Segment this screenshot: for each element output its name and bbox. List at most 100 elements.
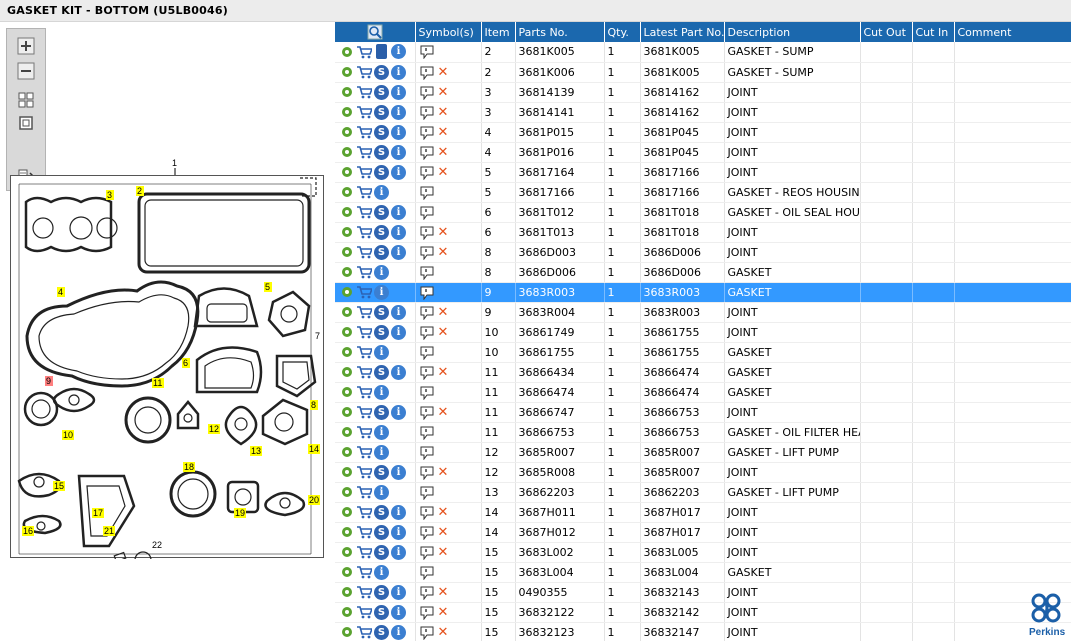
supersession-icon[interactable]: S [374,524,389,540]
delete-icon[interactable]: ✕ [438,626,449,639]
gear-icon[interactable] [340,305,354,319]
gear-icon[interactable] [340,105,354,119]
supersession-icon[interactable]: S [374,104,389,120]
comment-bubble-icon[interactable] [419,105,435,120]
delete-icon[interactable]: ✕ [438,506,449,519]
gear-icon[interactable] [340,585,354,599]
table-row[interactable]: S i ✕ 3 36814139 1 36814162 JOINT [335,82,1071,103]
comment-bubble-icon[interactable] [419,185,435,200]
comment-bubble-icon[interactable] [419,605,435,620]
comment-bubble-icon[interactable] [419,305,435,320]
info-icon[interactable]: i [391,204,406,220]
delete-icon[interactable]: ✕ [438,466,449,479]
cart-icon[interactable] [356,65,372,79]
cart-icon[interactable] [356,185,372,199]
search-icon[interactable] [367,24,383,40]
supersession-icon[interactable]: S [374,544,389,560]
cart-icon[interactable] [356,225,372,239]
supersession-icon[interactable]: S [374,584,389,600]
comment-bubble-icon[interactable] [419,525,435,540]
info-icon[interactable]: i [374,484,389,500]
cart-icon[interactable] [356,605,372,619]
comment-bubble-icon[interactable] [419,125,435,140]
delete-icon[interactable]: ✕ [438,306,449,319]
gear-icon[interactable] [340,285,354,299]
supersession-icon[interactable]: S [374,304,389,320]
table-row[interactable]: i 10 36861755 1 36861755 GASKET [335,342,1071,363]
table-row[interactable]: i 9 3683R003 1 3683R003 GASKET [335,282,1071,303]
supersession-icon[interactable]: S [374,204,389,220]
info-icon[interactable]: i [374,264,389,280]
comment-bubble-icon[interactable] [419,445,435,460]
comment-bubble-icon[interactable] [419,165,435,180]
info-icon[interactable]: i [391,144,406,160]
fit-to-window-button[interactable] [16,91,36,109]
cart-icon[interactable] [356,245,372,259]
gear-icon[interactable] [340,185,354,199]
table-row[interactable]: S i ✕ 15 36832122 1 36832142 JOINT [335,602,1071,623]
info-icon[interactable]: i [391,504,406,520]
cart-icon[interactable] [356,265,372,279]
gear-icon[interactable] [340,265,354,279]
table-row[interactable]: i 12 3685R007 1 3685R007 GASKET - LIFT P… [335,442,1071,463]
cart-icon[interactable] [356,525,372,539]
cart-icon[interactable] [356,385,372,399]
supersession-icon[interactable]: S [374,224,389,240]
exploded-view-drawing[interactable]: 3 2 4 5 7 6 8 9 10 11 12 13 14 15 16 17 … [10,175,324,559]
comment-bubble-icon[interactable] [419,245,435,260]
comment-bubble-icon[interactable] [419,465,435,480]
info-icon[interactable]: i [391,584,406,600]
gear-icon[interactable] [340,325,354,339]
column-cut-in[interactable]: Cut In [912,22,955,42]
table-row[interactable]: i 5 36817166 1 36817166 GASKET - REOS HO… [335,182,1071,203]
column-actions[interactable] [335,22,416,42]
table-row[interactable]: S i ✕ 15 36832123 1 36832147 JOINT [335,622,1071,641]
delete-icon[interactable]: ✕ [438,86,449,99]
cart-icon[interactable] [356,365,372,379]
info-icon[interactable]: i [391,364,406,380]
gear-icon[interactable] [340,545,354,559]
table-row[interactable]: S i ✕ 12 3685R008 1 3685R007 JOINT [335,462,1071,483]
table-row[interactable]: i 8 3686D006 1 3686D006 GASKET [335,262,1071,283]
table-row[interactable]: S i ✕ 4 3681P016 1 3681P045 JOINT [335,142,1071,163]
gear-icon[interactable] [340,205,354,219]
gear-icon[interactable] [340,605,354,619]
gear-icon[interactable] [340,65,354,79]
cart-icon[interactable] [356,545,372,559]
table-row[interactable]: S i ✕ 9 3683R004 1 3683R003 JOINT [335,302,1071,323]
info-icon[interactable]: i [391,524,406,540]
cart-icon[interactable] [356,345,372,359]
cart-icon[interactable] [356,105,372,119]
comment-bubble-icon[interactable] [419,145,435,160]
supersession-icon[interactable]: S [374,144,389,160]
table-row[interactable]: i 11 36866474 1 36866474 GASKET [335,382,1071,403]
info-icon[interactable]: i [391,404,406,420]
column-cut-out[interactable]: Cut Out [860,22,913,42]
comment-bubble-icon[interactable] [419,585,435,600]
info-icon[interactable]: i [391,304,406,320]
gear-icon[interactable] [340,125,354,139]
cart-icon[interactable] [356,325,372,339]
info-icon[interactable]: i [374,344,389,360]
cart-icon[interactable] [356,565,372,579]
supersession-icon[interactable]: S [374,164,389,180]
delete-icon[interactable]: ✕ [438,606,449,619]
delete-icon[interactable]: ✕ [438,66,449,79]
info-icon[interactable]: i [391,44,406,60]
info-icon[interactable]: i [391,124,406,140]
delete-icon[interactable]: ✕ [438,146,449,159]
delete-icon[interactable]: ✕ [438,326,449,339]
gear-icon[interactable] [340,485,354,499]
cart-icon[interactable] [356,285,372,299]
zoom-out-button[interactable] [16,62,36,80]
gear-icon[interactable] [340,385,354,399]
info-icon[interactable]: i [391,84,406,100]
comment-bubble-icon[interactable] [419,485,435,500]
comment-bubble-icon[interactable] [419,565,435,580]
supersession-icon[interactable]: S [374,324,389,340]
cart-icon[interactable] [356,625,372,639]
cart-icon[interactable] [356,125,372,139]
gear-icon[interactable] [340,525,354,539]
info-icon[interactable]: i [374,564,389,580]
table-row[interactable]: S i ✕ 11 36866434 1 36866474 GASKET [335,362,1071,383]
